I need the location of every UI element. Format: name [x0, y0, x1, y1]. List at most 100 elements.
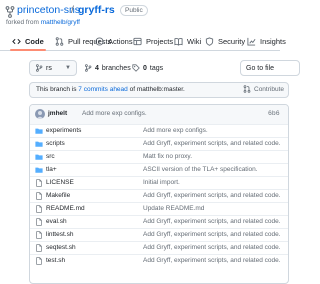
repo-header: princeton-sns / gryff-rs Public forked f… [0, 0, 280, 32]
file-row[interactable]: Makefile Add Gryff, experiment scripts, a… [30, 189, 288, 201]
tab-security[interactable]: Security [205, 32, 245, 50]
folder-icon [35, 141, 43, 147]
file-commit-message-link[interactable]: Add Gryff, experiment scripts, and relat… [143, 218, 281, 225]
file-row[interactable]: linttest.sh Add Gryff, experiment scripts… [30, 228, 288, 240]
forked-from-prefix: forked from [6, 19, 41, 26]
branch-select-button[interactable]: rs ▼ [29, 60, 77, 76]
file-commit-message-link[interactable]: Add more exp configs. [143, 127, 208, 134]
forked-from-link[interactable]: matthelb/gryff [41, 19, 80, 26]
tab-label: Actions [108, 36, 133, 46]
pull-request-icon [243, 85, 251, 93]
file-row[interactable]: seqtest.sh Add Gryff, experiment scripts,… [30, 241, 288, 253]
contribute-button[interactable]: Contribute [243, 85, 284, 93]
file-row[interactable]: experiments Add more exp configs. [30, 124, 288, 136]
avatar[interactable] [35, 109, 45, 119]
tab-projects[interactable]: Projects [133, 32, 173, 50]
file-commit-message-link[interactable]: Add Gryff, experiment scripts, and relat… [143, 231, 281, 238]
file-icon [36, 244, 42, 252]
file-name-link[interactable]: LICENSE [46, 179, 74, 186]
tags-count: 0 [143, 64, 147, 72]
branch-name: rs [46, 64, 52, 72]
file-row[interactable]: src Matt fix no proxy. [30, 150, 288, 162]
branch-ahead-text: This branch is 7 commits ahead of matthe… [36, 86, 185, 93]
file-commit-message-link[interactable]: Matt fix no proxy. [143, 153, 192, 160]
play-icon [95, 36, 104, 46]
tab-label: Insights [260, 36, 286, 46]
file-name-link[interactable]: scripts [46, 140, 65, 147]
branch-icon [36, 64, 43, 72]
pull-request-icon [55, 36, 64, 46]
file-icon [36, 218, 42, 226]
file-icon [36, 205, 42, 213]
file-name-link[interactable]: linttest.sh [46, 231, 73, 238]
file-icon [36, 231, 42, 239]
folder-icon [35, 128, 43, 134]
file-row[interactable]: scripts Add Gryff, experiment scripts, an… [30, 137, 288, 149]
file-commit-message-link[interactable]: Initial import. [143, 179, 180, 186]
repo-tab-bar: Code Pull requests Actions Projects Wiki… [0, 32, 286, 51]
file-icon [36, 179, 42, 187]
file-icon [36, 192, 42, 200]
tag-icon [132, 64, 140, 72]
branch-ahead-notice: This branch is 7 commits ahead of matthe… [29, 82, 289, 98]
branches-link[interactable]: 4 branches [84, 60, 131, 76]
tab-insights[interactable]: Insights [247, 32, 286, 50]
file-name-link[interactable]: README.md [46, 205, 85, 212]
commits-ahead-link[interactable]: 7 commits ahead [78, 86, 128, 93]
repo-forked-icon [5, 6, 15, 18]
repo-path-separator: / [71, 4, 74, 16]
file-name-link[interactable]: Makefile [46, 192, 70, 199]
book-icon [174, 37, 183, 46]
file-name-link[interactable]: test.sh [46, 257, 65, 264]
branches-count: 4 [95, 64, 99, 72]
file-table: jmhelt Add more exp configs. 6b6 experim… [29, 104, 289, 284]
ahead-prefix: This branch is [36, 86, 79, 93]
file-name-link[interactable]: src [46, 153, 55, 160]
file-row[interactable]: tla+ ASCII version of the TLA+ specificat… [30, 163, 288, 175]
tab-label: Security [218, 36, 246, 46]
graph-icon [247, 37, 256, 46]
file-commit-message-link[interactable]: Update README.md [143, 205, 204, 212]
table-icon [133, 37, 142, 45]
file-row[interactable]: README.md Update README.md [30, 202, 288, 214]
tags-label: tags [149, 64, 164, 72]
go-to-file-label: Go to file [246, 64, 275, 72]
file-name-link[interactable]: experiments [46, 127, 81, 134]
contribute-label: Contribute [254, 85, 284, 93]
visibility-badge: Public [120, 5, 148, 16]
file-commit-message-link[interactable]: Add Gryff, experiment scripts, and relat… [143, 192, 281, 199]
folder-icon [35, 167, 43, 173]
file-name-link[interactable]: tla+ [46, 166, 57, 173]
tab-wiki[interactable]: Wiki [174, 32, 201, 50]
code-icon [12, 38, 21, 44]
folder-icon [35, 154, 43, 160]
tab-label: Code [25, 36, 44, 46]
go-to-file-button[interactable]: Go to file [240, 60, 300, 76]
file-row[interactable]: eval.sh Add Gryff, experiment scripts, an… [30, 215, 288, 227]
file-name-link[interactable]: eval.sh [46, 218, 67, 225]
tags-link[interactable]: 0 tags [132, 60, 163, 76]
ahead-suffix: of matthelb:master. [127, 86, 185, 93]
branch-icon [85, 64, 92, 72]
tab-label: Wiki [187, 36, 202, 46]
repo-name-link[interactable]: gryff-rs [78, 4, 115, 16]
chevron-down-icon: ▼ [65, 65, 71, 71]
file-commit-message-link[interactable]: ASCII version of the TLA+ specification. [143, 166, 258, 173]
file-commit-message-link[interactable]: Add Gryff, experiment scripts, and relat… [143, 140, 281, 147]
tab-label: Projects [146, 36, 174, 46]
branches-label: branches [101, 64, 131, 72]
file-row[interactable]: LICENSE Initial import. [30, 176, 288, 188]
commit-author-link[interactable]: jmhelt [48, 110, 67, 117]
tab-code[interactable]: Code [10, 32, 46, 51]
user-avatar-icon [36, 111, 44, 119]
file-name-link[interactable]: seqtest.sh [46, 244, 76, 251]
file-commit-message-link[interactable]: Add Gryff, experiment scripts, and relat… [143, 244, 281, 251]
forked-from-text: forked from matthelb/gryff [6, 19, 80, 26]
latest-commit-row: jmhelt Add more exp configs. 6b6 [30, 105, 288, 125]
tab-actions[interactable]: Actions [95, 32, 133, 50]
file-row[interactable]: test.sh Add Gryff, experiment scripts, an… [30, 254, 288, 266]
commit-hash-link[interactable]: 6b6 [268, 110, 280, 117]
shield-icon [205, 36, 214, 46]
file-commit-message-link[interactable]: Add Gryff, experiment scripts, and relat… [143, 257, 281, 264]
commit-message-link[interactable]: Add more exp configs. [82, 110, 147, 117]
